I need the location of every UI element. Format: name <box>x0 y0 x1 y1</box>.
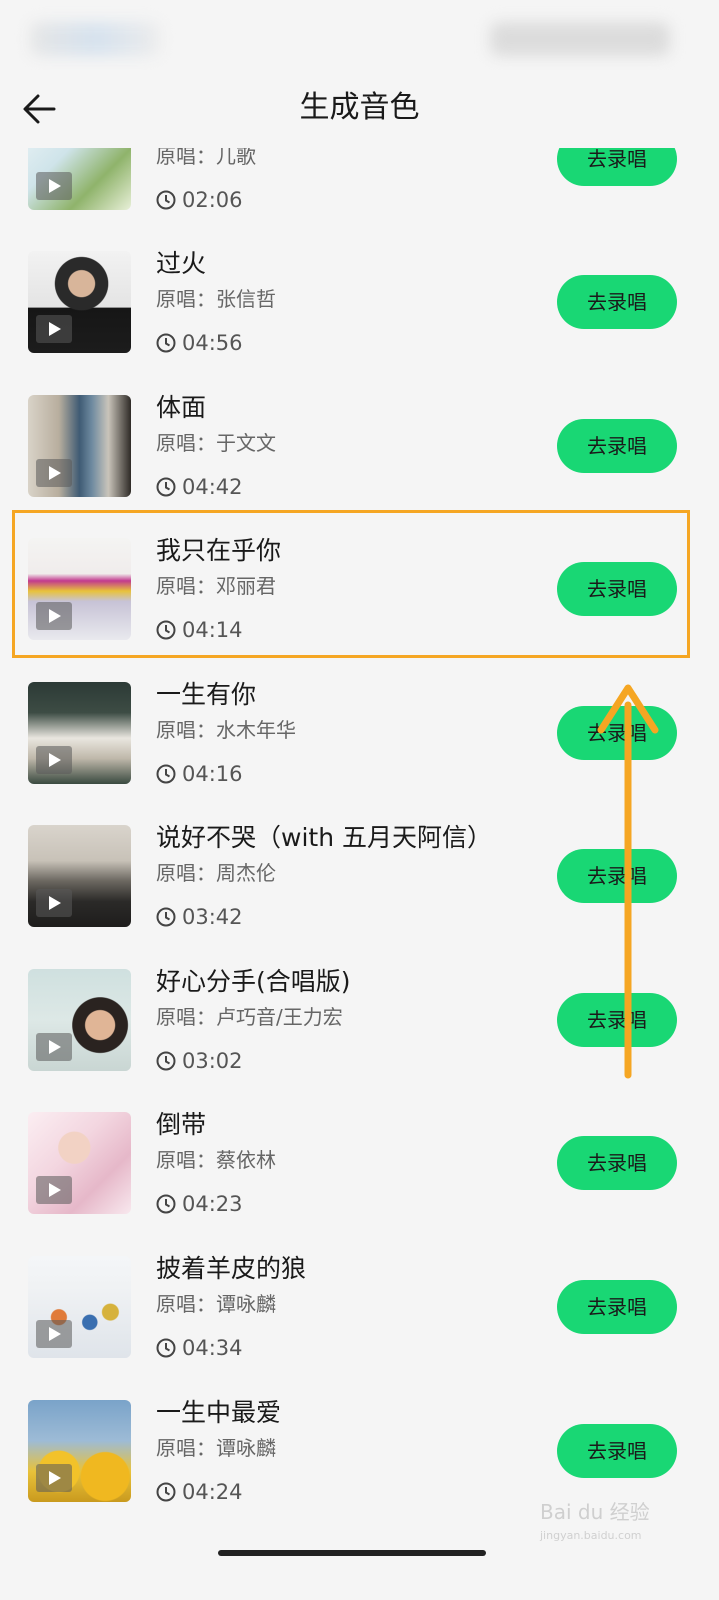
duration-text: 03:02 <box>182 1049 243 1073</box>
song-artist: 原唱：水木年华 <box>156 718 296 742</box>
clock-icon <box>156 1338 176 1358</box>
song-title: 倒带 <box>156 1110 207 1139</box>
play-icon[interactable] <box>36 746 72 774</box>
duration-text: 04:24 <box>182 1480 243 1504</box>
watermark: Bai du 经验 jingyan.baidu.com <box>540 1500 650 1548</box>
song-title: 过火 <box>156 249 207 278</box>
duration-text: 04:42 <box>182 475 243 499</box>
album-cover[interactable] <box>28 251 131 353</box>
song-artist: 原唱：谭咏麟 <box>156 1436 276 1460</box>
clock-icon <box>156 1051 176 1071</box>
play-icon[interactable] <box>36 889 72 917</box>
song-title: 好心分手(合唱版) <box>156 967 351 996</box>
home-indicator[interactable] <box>218 1550 486 1556</box>
duration-text: 04:16 <box>182 762 243 786</box>
song-row[interactable]: 披着羊皮的狼 原唱：谭咏麟 04:34 去录唱 <box>0 1254 719 1400</box>
song-row[interactable]: 过火 原唱：张信哲 04:56 去录唱 <box>0 249 719 395</box>
album-cover[interactable] <box>28 969 131 1071</box>
play-icon[interactable] <box>36 172 72 200</box>
song-title: 一生有你 <box>156 680 257 709</box>
clock-icon <box>156 190 176 210</box>
record-button[interactable]: 去录唱 <box>557 275 677 329</box>
duration-text: 02:06 <box>182 188 243 212</box>
play-icon[interactable] <box>36 1464 72 1492</box>
play-icon[interactable] <box>36 1033 72 1061</box>
duration-text: 04:56 <box>182 331 243 355</box>
song-title: 披着羊皮的狼 <box>156 1254 307 1283</box>
record-button[interactable]: 去录唱 <box>557 1424 677 1478</box>
clock-icon <box>156 477 176 497</box>
duration-text: 04:23 <box>182 1192 243 1216</box>
album-cover[interactable] <box>28 1256 131 1358</box>
song-title: 一生中最爱 <box>156 1398 282 1427</box>
song-artist: 原唱：张信哲 <box>156 287 276 311</box>
clock-icon <box>156 907 176 927</box>
song-artist: 原唱：周杰伦 <box>156 861 276 885</box>
record-button[interactable]: 去录唱 <box>557 1280 677 1334</box>
song-title: 体面 <box>156 393 207 422</box>
highlight-frame <box>12 510 690 658</box>
clock-icon <box>156 1482 176 1502</box>
song-row[interactable]: 倒带 原唱：蔡依林 04:23 去录唱 <box>0 1110 719 1256</box>
album-cover[interactable] <box>28 1400 131 1502</box>
clock-icon <box>156 333 176 353</box>
record-button[interactable]: 去录唱 <box>557 419 677 473</box>
album-cover[interactable] <box>28 1112 131 1214</box>
song-title: 说好不哭（with 五月天阿信） <box>156 823 492 852</box>
play-icon[interactable] <box>36 315 72 343</box>
top-bar: 生成音色 <box>0 70 719 148</box>
duration-text: 04:34 <box>182 1336 243 1360</box>
page-title: 生成音色 <box>299 90 420 125</box>
watermark-text: Bai du 经验 <box>540 1500 650 1524</box>
album-cover[interactable] <box>28 395 131 497</box>
song-artist: 原唱：谭咏麟 <box>156 1292 276 1316</box>
album-cover[interactable] <box>28 825 131 927</box>
song-artist: 原唱：于文文 <box>156 431 276 455</box>
duration-text: 03:42 <box>182 905 243 929</box>
play-icon[interactable] <box>36 1320 72 1348</box>
clock-icon <box>156 764 176 784</box>
clock-icon <box>156 1194 176 1214</box>
play-icon[interactable] <box>36 459 72 487</box>
play-icon[interactable] <box>36 1176 72 1204</box>
song-artist: 原唱：卢巧音/王力宏 <box>156 1005 343 1029</box>
swipe-up-arrow-icon <box>597 684 659 1079</box>
watermark-sub: jingyan.baidu.com <box>540 1529 642 1542</box>
song-artist: 原唱：蔡依林 <box>156 1148 276 1172</box>
record-button[interactable]: 去录唱 <box>557 1136 677 1190</box>
album-cover[interactable] <box>28 682 131 784</box>
